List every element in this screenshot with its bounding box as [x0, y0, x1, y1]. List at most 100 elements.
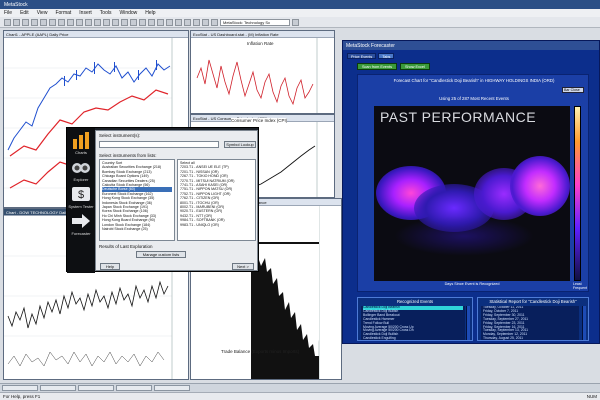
recognized-events-panel: Recognized Events Candlestick Doji Beari…	[357, 297, 473, 341]
security-search-input[interactable]: MetaStock: Technology Sc	[220, 18, 290, 26]
zoom-out-icon[interactable]	[85, 18, 92, 26]
sidebar-forecaster[interactable]: Forecaster	[67, 212, 95, 236]
cpi-line	[250, 145, 316, 189]
go-icon[interactable]	[292, 18, 299, 26]
task-button[interactable]	[40, 385, 76, 391]
forecast-title: Forecast Chart for "Candlestick Doji Bea…	[393, 78, 555, 83]
text-icon[interactable]	[157, 18, 164, 26]
status-bar: For Help, press F1 NUM	[0, 392, 600, 400]
manage-lists-button[interactable]: Manage custom lists	[136, 251, 186, 258]
explorer-body: Select instrument(s): Symbol Lookup Sele…	[95, 130, 258, 271]
pointer-icon[interactable]	[193, 18, 200, 26]
forecast-subtitle: Using 25 of 287 Most Recent Events	[439, 96, 509, 101]
open-icon[interactable]	[13, 18, 20, 26]
select-instruments-label: Select instrument(s):	[99, 133, 141, 138]
results-label[interactable]: Results of Last Exploration	[96, 242, 156, 251]
chart-window-inflation[interactable]: EcoStat - US Dashboard.stat - (M) Inflat…	[190, 30, 335, 114]
explorer-icon[interactable]	[112, 18, 119, 26]
menu-tools[interactable]: Tools	[100, 10, 112, 16]
x-axis-label: Days Since Event is Recognized	[444, 282, 500, 286]
cut-icon[interactable]	[40, 18, 47, 26]
show-excel-button[interactable]: Show Excel	[399, 63, 430, 70]
heatmap-title: PAST PERFORMANCE	[380, 109, 537, 125]
status-right: NUM	[586, 394, 597, 399]
refresh-icon[interactable]	[139, 18, 146, 26]
fib-icon[interactable]	[166, 18, 173, 26]
forecaster-actions: Scan from Events Show Excel	[357, 63, 430, 70]
forecast-panel: Forecast Chart for "Candlestick Doji Bea…	[357, 74, 589, 292]
forecaster-icon[interactable]	[130, 18, 137, 26]
instrument-list[interactable]: Select all 7203.T1 - ANSEI UE ELE (TP) 72…	[177, 159, 256, 241]
print-icon[interactable]	[31, 18, 38, 26]
menu-help[interactable]: Help	[145, 10, 155, 16]
sidebar-label: Charts	[75, 150, 87, 155]
report-title: Statistical Report for "Candlestick Doji…	[489, 299, 577, 304]
chart-icon[interactable]	[94, 18, 101, 26]
help-button[interactable]: Help	[100, 263, 120, 270]
events-scrollbar[interactable]	[466, 306, 470, 340]
paste-icon[interactable]	[58, 18, 65, 26]
menu-edit[interactable]: Edit	[20, 10, 29, 16]
dollar-icon: $	[70, 185, 92, 203]
task-button[interactable]	[2, 385, 38, 391]
inflation-line	[196, 59, 314, 106]
tab-price-events[interactable]: Price Events	[347, 53, 377, 59]
events-list[interactable]: Candlestick Doji Bearish Candlestick Doji…	[361, 306, 465, 340]
indicator-icon[interactable]	[103, 18, 110, 26]
menu-insert[interactable]: Insert	[79, 10, 92, 16]
explorer-dialog[interactable]: Charts Explorer $ System Tester Forecast…	[66, 127, 259, 273]
arrow-icon	[70, 212, 92, 230]
forecaster-window[interactable]: MetaStock Forecaster Price Events Tabs S…	[342, 40, 600, 344]
toolbar: MetaStock: Technology Sc	[0, 17, 600, 28]
heatmap: PAST PERFORMANCE	[374, 106, 570, 281]
inflation-chart	[196, 38, 318, 113]
exchange-list[interactable]: Country Sort Australian Securities Excha…	[99, 159, 175, 241]
tester-icon[interactable]	[121, 18, 128, 26]
menu-bar: File Edit View Format Insert Tools Windo…	[0, 9, 600, 17]
new-icon[interactable]	[4, 18, 11, 26]
crosshair-icon[interactable]	[184, 18, 191, 26]
scan-events-button[interactable]: Scan from Events	[357, 63, 397, 70]
sidebar-system-tester[interactable]: $ System Tester	[67, 185, 95, 209]
events-title: Recognized Events	[396, 299, 434, 304]
app-titlebar: MetaStock	[0, 0, 600, 9]
zoom-in-icon[interactable]	[76, 18, 83, 26]
next-button[interactable]: Next >	[232, 263, 254, 270]
grid-icon[interactable]	[175, 18, 182, 26]
menu-window[interactable]: Window	[119, 10, 137, 16]
layout-icon[interactable]	[202, 18, 209, 26]
statistical-report-panel: Statistical Report for "Candlestick Doji…	[477, 297, 589, 341]
menu-file[interactable]: File	[4, 10, 12, 16]
binoculars-icon	[70, 158, 92, 176]
heat-blob	[510, 156, 570, 216]
sidebar-label: Forecaster	[71, 231, 91, 236]
heat-blob	[394, 216, 534, 256]
trade-label: Trade Balance (Exports minus Imports)	[221, 349, 300, 354]
task-button[interactable]	[154, 385, 190, 391]
tab-other[interactable]: Tabs	[378, 53, 395, 59]
task-button[interactable]	[116, 385, 152, 391]
save-icon[interactable]	[22, 18, 29, 26]
line-icon[interactable]	[148, 18, 155, 26]
menu-format[interactable]: Format	[55, 10, 71, 16]
sidebar-label: System Tester	[68, 204, 94, 209]
report-scrollbar[interactable]	[582, 306, 586, 340]
symbol-lookup-button[interactable]: Symbol Lookup	[224, 141, 256, 148]
undo-icon[interactable]	[67, 18, 74, 26]
instrument-input[interactable]	[99, 141, 219, 148]
menu-view[interactable]: View	[37, 10, 48, 16]
sidebar-label: Explorer	[73, 177, 89, 182]
instrument-list-item[interactable]: 9983.T1 - UNIQLO (OR)	[180, 223, 253, 227]
window-icon[interactable]	[211, 18, 218, 26]
sidebar-explorer[interactable]: Explorer	[67, 158, 95, 182]
copy-icon[interactable]	[49, 18, 56, 26]
bar-close-dropdown[interactable]: Bar Close	[562, 87, 584, 93]
task-button[interactable]	[78, 385, 114, 391]
svg-text:$: $	[78, 189, 84, 201]
app-title: MetaStock	[4, 2, 28, 8]
sidebar-charts[interactable]: Charts	[67, 131, 95, 155]
exchange-list-item[interactable]: Nairobi Stock Exchange (25)	[102, 227, 172, 231]
window-taskbar	[0, 383, 600, 392]
report-list: Tuesday, October 11, 2011 Friday, October…	[481, 306, 579, 340]
bar-chart-icon	[70, 131, 92, 149]
